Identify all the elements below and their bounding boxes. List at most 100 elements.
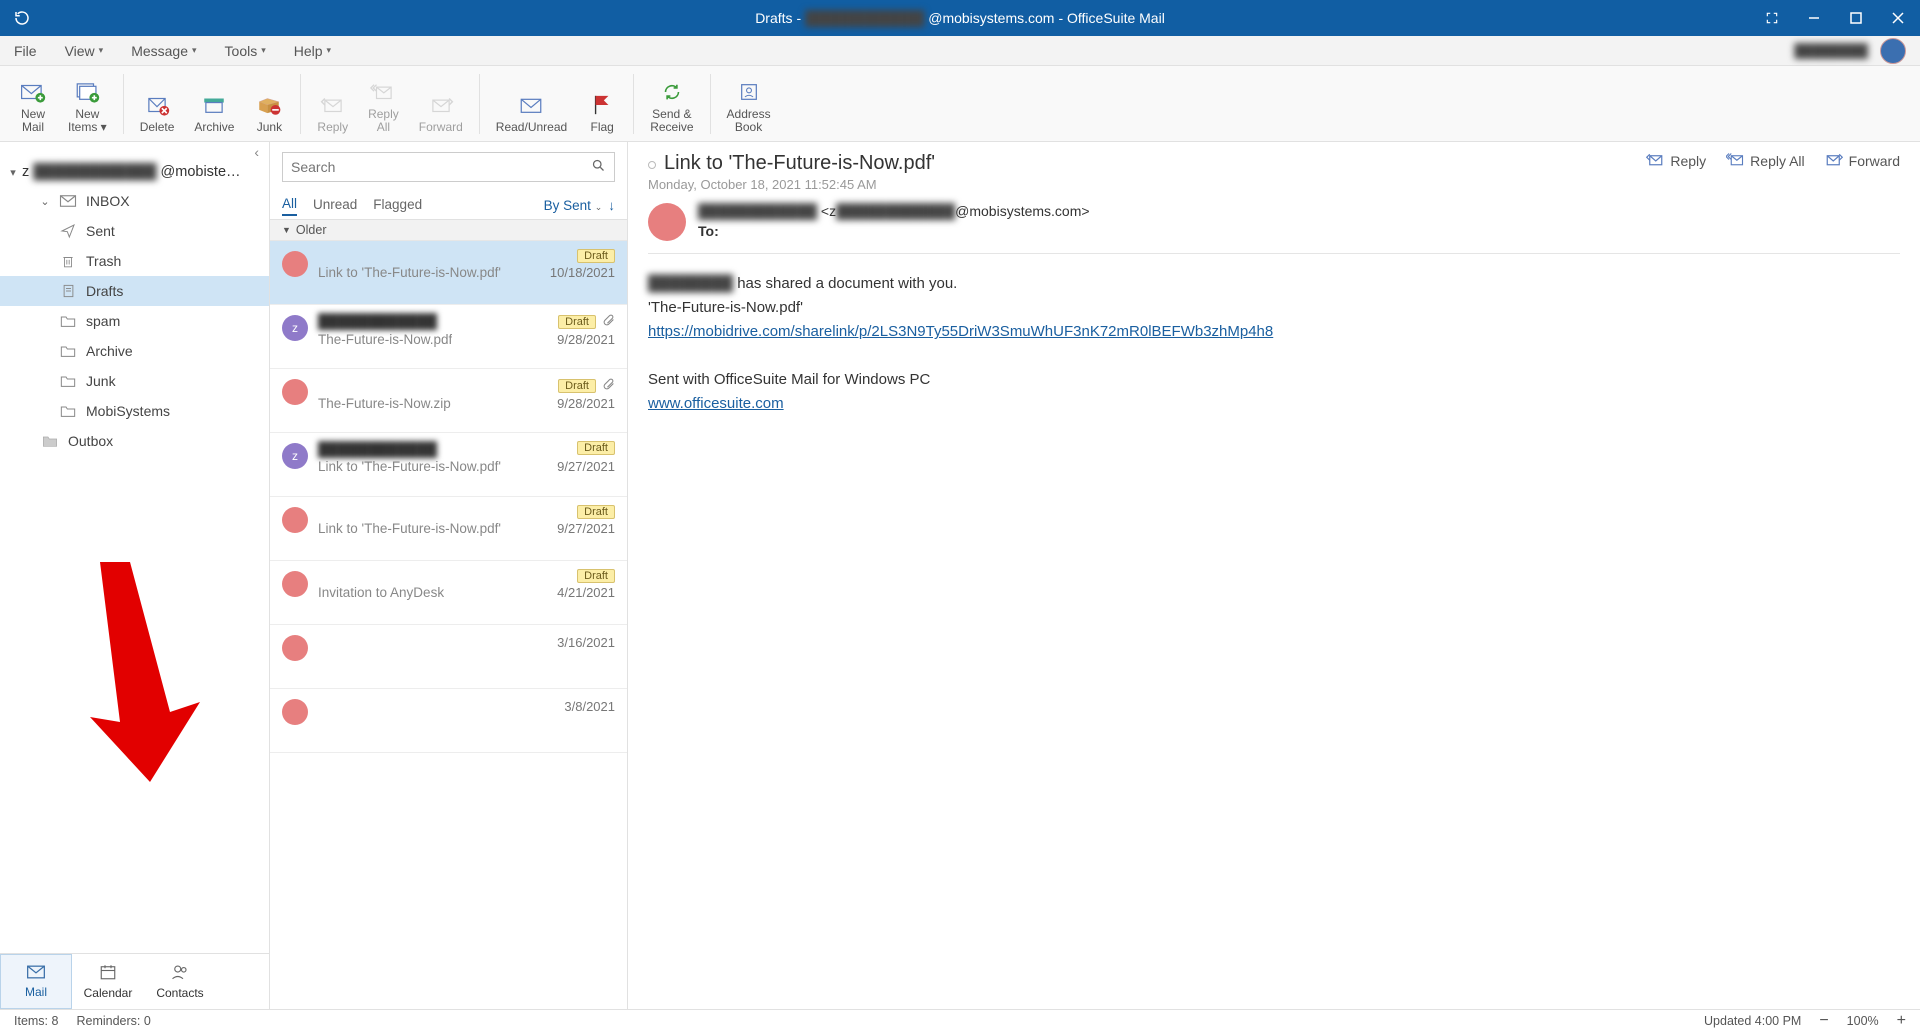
title-bar: Drafts - ████████████@mobisystems.com - … — [0, 0, 1920, 36]
folder-junk[interactable]: Junk — [0, 366, 269, 396]
folder-icon — [58, 404, 78, 418]
officesuite-link[interactable]: www.officesuite.com — [648, 395, 784, 412]
sort-button[interactable]: By Sent ⌄ — [544, 198, 603, 213]
ribbon-label: Delete — [140, 121, 175, 134]
folder-label: MobiSystems — [86, 403, 170, 419]
message-item[interactable]: DraftLink to 'The-Future-is-Now.pdf'9/27… — [270, 497, 627, 561]
action-reply-button[interactable]: Reply — [1646, 152, 1706, 170]
folder-label: INBOX — [86, 193, 130, 209]
ribbon-label: Reply — [317, 121, 348, 134]
flag-icon — [591, 91, 613, 119]
message-date: 3/8/2021 — [564, 699, 615, 714]
nav-calendar-button[interactable]: Calendar — [72, 954, 144, 1009]
ribbon-forward-button[interactable]: Forward — [411, 69, 471, 139]
close-button[interactable] — [1884, 4, 1912, 32]
zoom-in-button[interactable]: + — [1897, 1012, 1906, 1030]
status-bar: Items: 8 Reminders: 0 Updated 4:00 PM − … — [0, 1009, 1920, 1031]
folder-gray-icon — [40, 434, 60, 448]
ribbon-new-items-button[interactable]: NewItems ▾ — [60, 69, 115, 139]
sender-avatar — [648, 203, 686, 241]
nav-mail-button[interactable]: Mail — [0, 954, 72, 1009]
folder-spam[interactable]: spam — [0, 306, 269, 336]
message-item[interactable]: z████████████DraftThe-Future-is-Now.pdf9… — [270, 305, 627, 369]
message-subject-preview: Link to 'The-Future-is-Now.pdf' — [318, 521, 501, 536]
ribbon-label: NewMail — [21, 108, 45, 134]
group-header[interactable]: ▼Older — [270, 220, 627, 241]
action-reply-all-button[interactable]: Reply All — [1726, 152, 1804, 170]
send-icon — [58, 223, 78, 239]
folder-archive[interactable]: Archive — [0, 336, 269, 366]
account-row[interactable]: ▾ z████████████@mobiste… — [0, 162, 269, 186]
filter-unread[interactable]: Unread — [313, 197, 357, 215]
menu-help[interactable]: Help▾ — [294, 43, 331, 59]
sidebar: ‹ ▾ z████████████@mobiste… ⌄ INBOX SentTra… — [0, 142, 270, 1009]
search-input[interactable] — [291, 159, 591, 175]
ribbon-delete-button[interactable]: Delete — [132, 69, 183, 139]
message-item[interactable]: 3/16/2021 — [270, 625, 627, 689]
action-forward-button[interactable]: Forward — [1825, 152, 1900, 170]
ribbon-read-unread-button[interactable]: Read/Unread — [488, 69, 575, 139]
message-item[interactable]: DraftInvitation to AnyDesk4/21/2021 — [270, 561, 627, 625]
folder-label: Junk — [86, 373, 116, 389]
ribbon-flag-button[interactable]: Flag — [579, 69, 625, 139]
action-label: Reply — [1670, 153, 1706, 169]
action-label: Forward — [1849, 153, 1900, 169]
nav-label: Contacts — [156, 986, 203, 1000]
folder-drafts[interactable]: Drafts — [0, 276, 269, 306]
ribbon-junk-button[interactable]: Junk — [246, 69, 292, 139]
ribbon-address-book-button[interactable]: AddressBook — [719, 69, 779, 139]
folder-inbox[interactable]: ⌄ INBOX — [0, 186, 269, 216]
collapse-sidebar-button[interactable]: ‹ — [0, 142, 269, 162]
filter-flagged[interactable]: Flagged — [373, 197, 422, 215]
message-item[interactable]: z████████████DraftLink to 'The-Future-is… — [270, 433, 627, 497]
message-body: ████████ has shared a document with you.… — [648, 272, 1900, 416]
menu-file[interactable]: File — [14, 43, 37, 59]
share-link[interactable]: https://mobidrive.com/sharelink/p/2LS3N9… — [648, 323, 1273, 340]
nav-label: Calendar — [84, 986, 133, 1000]
avatar[interactable] — [1880, 38, 1906, 64]
message-item[interactable]: DraftThe-Future-is-Now.zip9/28/2021 — [270, 369, 627, 433]
ribbon-archive-button[interactable]: Archive — [186, 69, 242, 139]
ribbon-new-mail-button[interactable]: NewMail — [10, 69, 56, 139]
message-date: 9/27/2021 — [557, 459, 615, 474]
ribbon: NewMail NewItems ▾ Delete ArchiveJunk Reply R… — [0, 66, 1920, 142]
chevron-down-icon: ▾ — [261, 45, 266, 56]
ribbon-reply-button[interactable]: Reply — [309, 69, 356, 139]
chevron-down-icon[interactable]: ⌄ — [40, 195, 50, 208]
message-date: 9/27/2021 — [557, 521, 615, 536]
mail-icon — [26, 964, 46, 983]
chevron-down-icon[interactable]: ▾ — [8, 166, 18, 179]
status-items: Items: 8 — [14, 1014, 58, 1028]
refresh-button[interactable] — [8, 4, 36, 32]
message-item[interactable]: 3/8/2021 — [270, 689, 627, 753]
zoom-level: 100% — [1847, 1014, 1879, 1028]
drafts-icon — [58, 283, 78, 299]
fullscreen-button[interactable] — [1758, 4, 1786, 32]
message-item[interactable]: DraftLink to 'The-Future-is-Now.pdf'10/1… — [270, 241, 627, 305]
ribbon-label: Forward — [419, 121, 463, 134]
menu-view[interactable]: View▾ — [65, 43, 104, 59]
folder-sent[interactable]: Sent — [0, 216, 269, 246]
zoom-out-button[interactable]: − — [1819, 1012, 1828, 1030]
folder-mobisystems[interactable]: MobiSystems — [0, 396, 269, 426]
minimize-button[interactable] — [1800, 4, 1828, 32]
search-icon[interactable] — [591, 158, 606, 176]
nav-contacts-button[interactable]: Contacts — [144, 954, 216, 1009]
ribbon-send-receive-button[interactable]: Send &Receive — [642, 69, 701, 139]
maximize-button[interactable] — [1842, 4, 1870, 32]
message-avatar — [282, 635, 308, 661]
message-avatar — [282, 699, 308, 725]
menu-tools[interactable]: Tools▾ — [225, 43, 266, 59]
filter-all[interactable]: All — [282, 196, 297, 216]
search-box[interactable] — [282, 152, 615, 182]
message-subject-preview: The-Future-is-Now.zip — [318, 396, 451, 411]
message-subject-preview: Link to 'The-Future-is-Now.pdf' — [318, 265, 501, 280]
ribbon-label: Flag — [591, 121, 614, 134]
sort-direction-button[interactable]: ↓ — [608, 198, 615, 213]
ribbon-reply-all-button[interactable]: ReplyAll — [360, 69, 407, 139]
status-updated: Updated 4:00 PM — [1704, 1014, 1801, 1028]
ribbon-separator — [479, 74, 480, 134]
folder-outbox[interactable]: Outbox — [0, 426, 269, 456]
menu-message[interactable]: Message▾ — [131, 43, 196, 59]
folder-trash[interactable]: Trash — [0, 246, 269, 276]
